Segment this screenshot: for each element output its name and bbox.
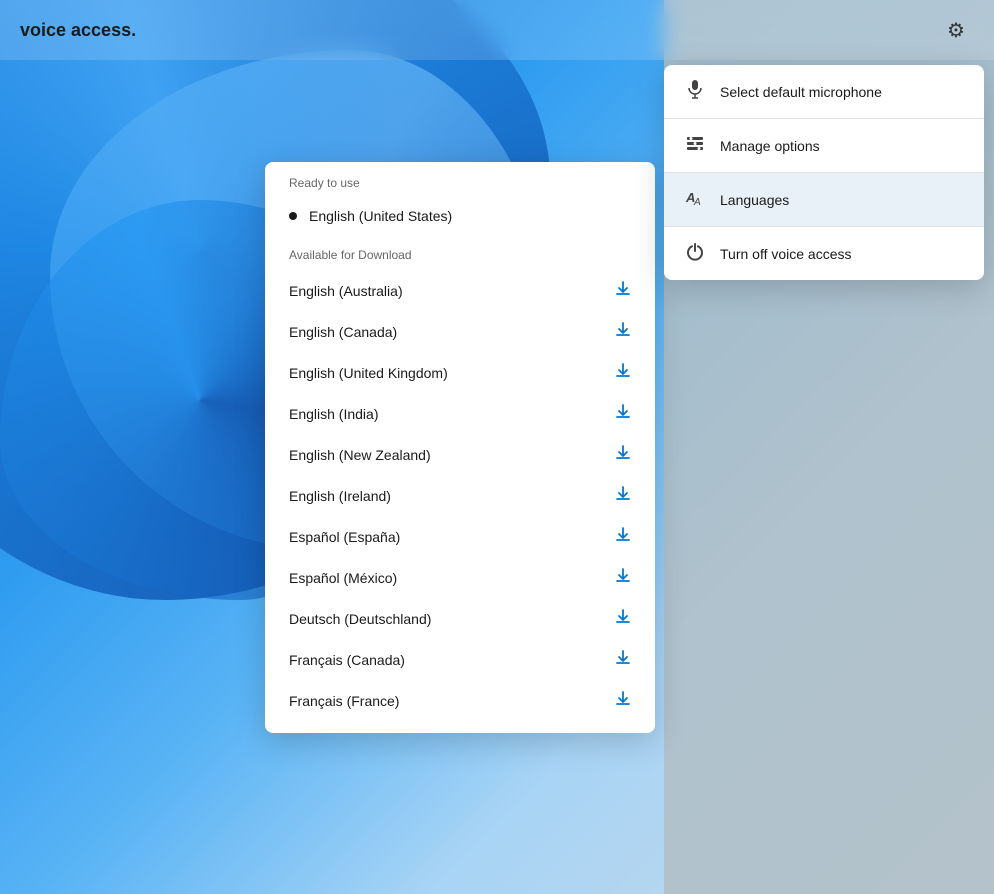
lang-name: Deutsch (Deutschland) (289, 611, 431, 627)
download-icon (615, 608, 631, 629)
manage-icon (684, 133, 706, 158)
available-for-download-header: Available for Download (265, 234, 655, 270)
download-icon (615, 444, 631, 465)
download-icon (615, 526, 631, 547)
gear-icon: ⚙ (947, 18, 965, 43)
lang-name: English (New Zealand) (289, 447, 431, 463)
lang-list-item[interactable]: Deutsch (Deutschland) (265, 598, 655, 639)
download-icon (615, 362, 631, 383)
lang-list-item[interactable]: Français (Canada) (265, 639, 655, 680)
menu-item-turnoff[interactable]: Turn off voice access (664, 227, 984, 280)
menu-item-manage-options[interactable]: Manage options (664, 119, 984, 172)
svg-text:A: A (693, 197, 701, 207)
lang-name: English (Australia) (289, 283, 403, 299)
download-icon (615, 690, 631, 711)
download-icon (615, 321, 631, 342)
menu-item-languages[interactable]: A A Languages (664, 173, 984, 226)
lang-name: English (Ireland) (289, 488, 391, 504)
language-panel: Ready to use English (United States) Ava… (265, 162, 655, 733)
topbar: voice access. ⚙ (0, 0, 994, 60)
app-title: voice access. (20, 20, 136, 41)
selected-language-label: English (United States) (309, 208, 452, 224)
lang-item-selected[interactable]: English (United States) (265, 198, 655, 234)
menu-item-select-microphone[interactable]: Select default microphone (664, 65, 984, 118)
lang-name: English (Canada) (289, 324, 397, 340)
power-icon (684, 241, 706, 266)
download-icon (615, 280, 631, 301)
download-icon (615, 567, 631, 588)
menu-label-turnoff: Turn off voice access (720, 246, 852, 262)
download-icon (615, 649, 631, 670)
lang-name: Français (France) (289, 693, 399, 709)
languages-icon: A A (684, 187, 706, 212)
lang-list-item[interactable]: English (United Kingdom) (265, 352, 655, 393)
ready-to-use-header: Ready to use (265, 162, 655, 198)
lang-name: English (India) (289, 406, 379, 422)
selected-bullet (289, 212, 297, 220)
lang-list-item[interactable]: English (Ireland) (265, 475, 655, 516)
main-menu: Select default microphone Manage options… (664, 65, 984, 280)
lang-name: English (United Kingdom) (289, 365, 448, 381)
lang-list-item[interactable]: English (Australia) (265, 270, 655, 311)
language-list: English (Australia) English (Canada) Eng… (265, 270, 655, 721)
lang-name: Español (España) (289, 529, 400, 545)
menu-label-manage: Manage options (720, 138, 820, 154)
lang-list-item[interactable]: English (New Zealand) (265, 434, 655, 475)
lang-list-item[interactable]: English (Canada) (265, 311, 655, 352)
lang-list-item[interactable]: Français (France) (265, 680, 655, 721)
microphone-icon (684, 79, 706, 104)
lang-list-item[interactable]: Español (España) (265, 516, 655, 557)
lang-name: Español (México) (289, 570, 397, 586)
lang-name: Français (Canada) (289, 652, 405, 668)
settings-button[interactable]: ⚙ (938, 12, 974, 48)
lang-list-item[interactable]: English (India) (265, 393, 655, 434)
download-icon (615, 485, 631, 506)
lang-list-item[interactable]: Español (México) (265, 557, 655, 598)
menu-label-languages: Languages (720, 192, 789, 208)
download-icon (615, 403, 631, 424)
menu-label-microphone: Select default microphone (720, 84, 882, 100)
